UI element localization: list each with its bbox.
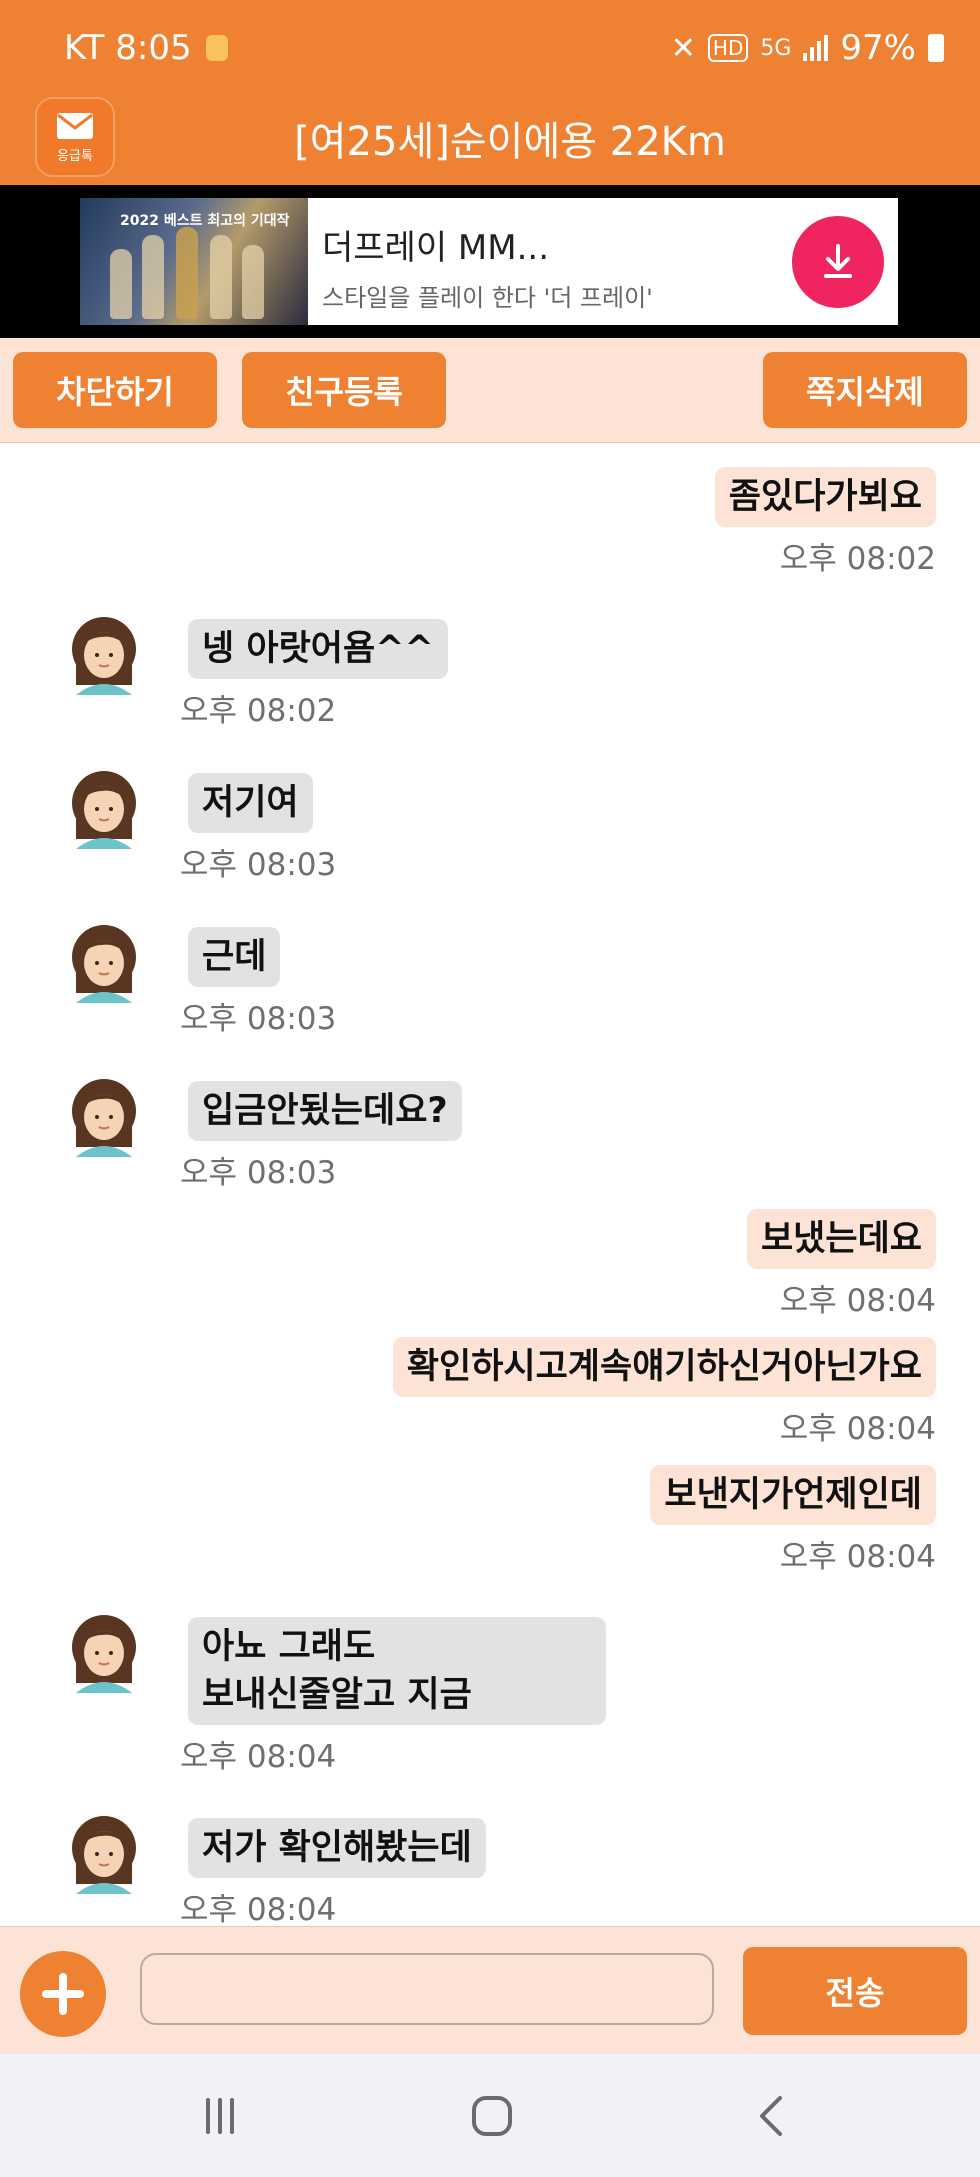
avatar-icon[interactable] xyxy=(66,923,142,1003)
message-outgoing: 확인하시고계속얘기하신거아닌가요 오후 08:04 xyxy=(392,1337,936,1448)
message-incoming: 넹 아랏어욤^^ 오후 08:02 xyxy=(180,619,448,730)
recent-apps-icon xyxy=(206,2098,234,2134)
ad-subtitle: 스타일을 플레이 한다 '더 프레이' xyxy=(322,284,653,312)
avatar-icon[interactable] xyxy=(66,1814,142,1894)
avatar-icon[interactable] xyxy=(66,1613,142,1693)
status-bar: KT 8:05 ✕ HD 5G 97% xyxy=(0,0,980,95)
chat-area[interactable]: 좀있다가뵈요 오후 08:02 넹 아랏어욤^^ 오후 08:02 저기여 오후… xyxy=(0,443,980,1926)
hd-icon: HD xyxy=(707,34,749,62)
avatar-icon[interactable] xyxy=(66,1077,142,1157)
message-line: 보내신줄알고 지금 xyxy=(202,1675,472,1715)
back-button[interactable] xyxy=(748,2092,796,2140)
message-bubble: 좀있다가뵈요 xyxy=(714,467,936,527)
message-time: 오후 08:03 xyxy=(180,1001,337,1037)
attach-button[interactable] xyxy=(20,1951,106,2037)
plus-icon xyxy=(42,1973,84,2015)
message-outgoing: 보낸지가언제인데 오후 08:04 xyxy=(650,1465,936,1576)
message-incoming: 입금안됬는데요? 오후 08:03 xyxy=(180,1081,462,1192)
network-type: 5G xyxy=(760,35,792,61)
message-input[interactable] xyxy=(140,1953,714,2025)
message-line: 아뇨 그래도 xyxy=(202,1627,376,1667)
message-bubble: 보냈는데요 xyxy=(746,1209,936,1269)
ad-title: 더프레이 MM... xyxy=(322,228,550,268)
message-bubble: 확인하시고계속얘기하신거아닌가요 xyxy=(392,1337,936,1397)
battery-icon xyxy=(928,34,944,62)
message-incoming: 아뇨 그래도 보내신줄알고 지금 오후 08:04 xyxy=(180,1617,606,1776)
chat-title: [여25세]순이에용 22Km xyxy=(294,119,726,165)
message-time: 오후 08:04 xyxy=(180,1739,337,1775)
ad-image-caption: 2022 베스트 최고의 기대작 xyxy=(120,213,290,229)
system-nav-bar xyxy=(0,2054,980,2177)
message-incoming: 저가 확인해봤는데 오후 08:04 xyxy=(180,1818,486,1926)
carrier-time: KT 8:05 xyxy=(64,28,192,68)
composer-bar: 전송 xyxy=(0,1926,980,2055)
home-button[interactable] xyxy=(468,2092,516,2140)
add-friend-button[interactable]: 친구등록 xyxy=(242,352,446,428)
message-bubble: 저가 확인해봤는데 xyxy=(188,1818,486,1878)
message-time: 오후 08:04 xyxy=(779,1539,936,1575)
signal-icon xyxy=(803,35,829,61)
action-bar: 차단하기 친구등록 쪽지삭제 xyxy=(0,338,980,443)
delete-message-button[interactable]: 쪽지삭제 xyxy=(763,352,967,428)
message-time: 오후 08:03 xyxy=(180,847,337,883)
download-icon xyxy=(824,244,852,278)
mute-icon: ✕ xyxy=(670,30,696,66)
message-outgoing: 보냈는데요 오후 08:04 xyxy=(746,1209,936,1320)
notification-icon xyxy=(205,35,228,61)
message-time: 오후 08:02 xyxy=(180,693,337,729)
avatar-icon[interactable] xyxy=(66,769,142,849)
back-icon xyxy=(760,2096,782,2136)
avatar-icon[interactable] xyxy=(66,615,142,695)
ad-banner[interactable]: 2022 베스트 최고의 기대작 더프레이 MM... 스타일을 플레이 한다 … xyxy=(0,185,980,338)
app-bar: 응급톡 [여25세]순이에용 22Km xyxy=(0,95,980,185)
ad-image[interactable]: 2022 베스트 최고의 기대작 xyxy=(80,198,308,325)
message-outgoing: 좀있다가뵈요 오후 08:02 xyxy=(714,467,936,578)
message-bubble: 아뇨 그래도 보내신줄알고 지금 xyxy=(188,1617,606,1725)
download-button[interactable] xyxy=(792,216,884,308)
message-time: 오후 08:04 xyxy=(180,1892,337,1926)
ad-content[interactable]: 2022 베스트 최고의 기대작 더프레이 MM... 스타일을 플레이 한다 … xyxy=(80,198,898,325)
message-bubble: 넹 아랏어욤^^ xyxy=(188,619,448,679)
battery-percent: 97% xyxy=(840,28,916,68)
message-time: 오후 08:04 xyxy=(779,1411,936,1447)
send-button[interactable]: 전송 xyxy=(743,1947,967,2035)
message-time: 오후 08:02 xyxy=(779,541,936,577)
status-left: KT 8:05 xyxy=(64,28,228,68)
message-bubble: 보낸지가언제인데 xyxy=(650,1465,936,1525)
message-incoming: 근데 오후 08:03 xyxy=(180,927,336,1038)
message-time: 오후 08:03 xyxy=(180,1155,337,1191)
recent-apps-button[interactable] xyxy=(196,2092,244,2140)
message-bubble: 저기여 xyxy=(188,773,313,833)
status-right: ✕ HD 5G 97% xyxy=(671,28,944,68)
message-bubble: 입금안됬는데요? xyxy=(188,1081,462,1141)
message-bubble: 근데 xyxy=(188,927,281,987)
message-incoming: 저기여 오후 08:03 xyxy=(180,773,336,884)
home-icon xyxy=(472,2096,512,2136)
block-button[interactable]: 차단하기 xyxy=(13,352,217,428)
message-time: 오후 08:04 xyxy=(779,1283,936,1319)
